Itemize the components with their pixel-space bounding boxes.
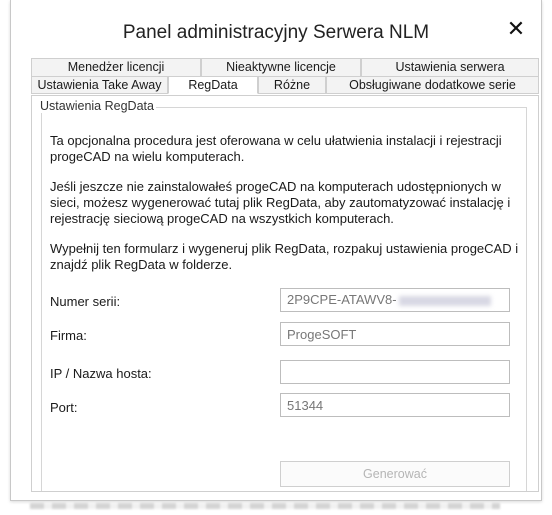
regdata-group-label: Ustawienia RegData: [38, 99, 156, 113]
info-paragraph: Jeśli jeszcze nie zainstalowałeś progeCA…: [50, 179, 511, 226]
intro-paragraph: Ta opcjonalna procedura jest oferowana w…: [50, 133, 502, 164]
serial-value: 2P9CPE-ATAWV8-: [287, 292, 397, 307]
nlm-admin-dialog: Panel administracyjny Serwera NLM ✕ Mene…: [10, 0, 542, 501]
tab-license-manager[interactable]: Menedżer licencji: [31, 58, 201, 76]
tab-strip: Menedżer licencji Nieaktywne licencje Us…: [31, 58, 539, 94]
tab-regdata[interactable]: RegData: [168, 76, 258, 94]
company-field[interactable]: [280, 322, 510, 346]
port-label: Port:: [50, 400, 78, 415]
dialog-title: Panel administracyjny Serwera NLM: [122, 22, 430, 43]
company-label: Firma:: [50, 328, 87, 343]
redacted-serial-part: [398, 295, 491, 306]
tab-misc[interactable]: Różne: [258, 76, 326, 94]
tab-row-bottom: Ustawienia Take Away RegData Różne Obsłu…: [31, 76, 539, 94]
tab-inactive-licenses[interactable]: Nieaktywne licencje: [201, 58, 361, 76]
instructions-paragraph: Wypełnij ten formularz i wygeneruj plik …: [50, 241, 519, 272]
tab-take-away-settings[interactable]: Ustawienia Take Away: [31, 76, 168, 94]
blurred-footer-strip: [30, 503, 500, 509]
tab-server-settings[interactable]: Ustawienia serwera: [361, 58, 539, 76]
regdata-panel: Ustawienia RegData Ta opcjonalna procedu…: [31, 95, 539, 492]
tab-supported-series[interactable]: Obsługiwane dodatkowe serie: [326, 76, 539, 94]
serial-label: Numer serii:: [50, 294, 121, 309]
serial-field[interactable]: 2P9CPE-ATAWV8-: [280, 288, 510, 312]
host-field[interactable]: [280, 360, 510, 384]
close-icon[interactable]: ✕: [505, 18, 527, 40]
host-label: IP / Nazwa hosta:: [50, 366, 152, 381]
port-field[interactable]: [280, 393, 510, 417]
generate-button[interactable]: Generować: [280, 461, 510, 487]
tab-row-top: Menedżer licencji Nieaktywne licencje Us…: [31, 58, 539, 76]
